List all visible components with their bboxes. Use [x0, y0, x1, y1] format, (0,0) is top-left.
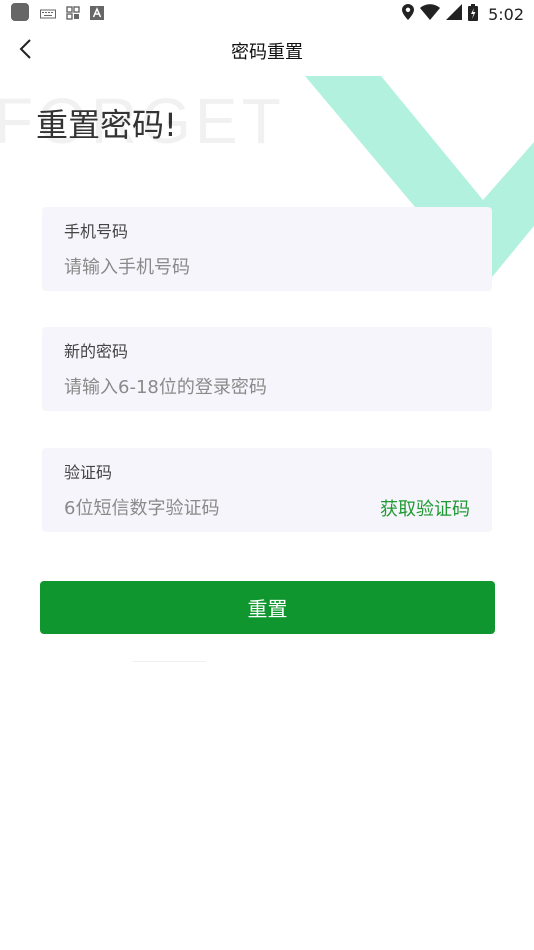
password-card: 新的密码 [42, 327, 492, 411]
status-bar: 5:02 [0, 0, 534, 28]
grid-icon [66, 5, 80, 24]
phone-card: 手机号码 [42, 207, 492, 291]
password-input[interactable] [64, 376, 470, 398]
password-label: 新的密码 [64, 342, 129, 361]
code-input[interactable] [64, 497, 370, 519]
battery-icon [468, 3, 479, 25]
code-row: 获取验证码 [64, 495, 470, 521]
password-row [64, 374, 470, 400]
reset-button[interactable]: 重置 [40, 581, 495, 634]
reset-password-screen: 5:02 密码重置 FORGET 重置密码! 手机号码 新的密码 验证码 获取验… [0, 0, 534, 950]
code-label: 验证码 [64, 463, 113, 482]
phone-input[interactable] [64, 256, 470, 278]
app-icon [10, 2, 30, 26]
header: 密码重置 [0, 28, 534, 74]
status-bar-right: 5:02 [402, 3, 524, 25]
keyboard-icon [40, 5, 56, 24]
status-time: 5:02 [488, 4, 524, 24]
phone-row [64, 254, 470, 280]
back-button[interactable] [12, 38, 38, 64]
divider [132, 661, 206, 662]
header-title: 密码重置 [231, 42, 303, 63]
phone-label: 手机号码 [64, 222, 129, 241]
code-card: 验证码 获取验证码 [42, 448, 492, 532]
get-code-button[interactable]: 获取验证码 [380, 495, 470, 521]
a-icon [90, 5, 104, 24]
chevron-left-icon [18, 38, 32, 64]
wifi-icon [420, 4, 441, 24]
status-bar-left [10, 2, 104, 26]
page-heading: 重置密码! [36, 106, 177, 144]
location-icon [402, 4, 415, 24]
signal-icon [446, 4, 463, 24]
